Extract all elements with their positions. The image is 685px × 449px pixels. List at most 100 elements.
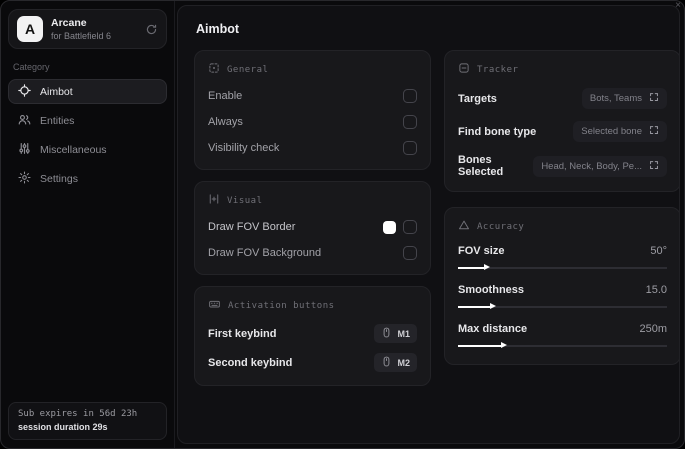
expand-icon — [649, 125, 659, 138]
brand-card: A Arcane for Battlefield 6 — [8, 9, 167, 49]
accuracy-card: Accuracy FOV size 50° Smoothness 15.0 Ma… — [444, 207, 679, 365]
always-checkbox[interactable] — [403, 115, 417, 129]
accuracy-card-title: Accuracy — [477, 221, 525, 232]
tracker-card-header: Tracker — [458, 62, 667, 77]
draw-fov-border-checkbox[interactable] — [403, 220, 417, 234]
setting-label: Always — [208, 116, 243, 128]
sidebar-item-miscellaneous[interactable]: Miscellaneous — [8, 137, 167, 162]
setting-label: Targets — [458, 92, 497, 105]
setting-label: Visibility check — [208, 142, 280, 154]
sidebar-item-aimbot[interactable]: Aimbot — [8, 79, 167, 104]
dropdown-value: Bots, Teams — [589, 93, 642, 104]
first-keybind-button[interactable]: M1 — [374, 324, 417, 343]
gear-icon — [18, 170, 31, 187]
visibility-check-checkbox[interactable] — [403, 141, 417, 155]
targets-dropdown[interactable]: Bots, Teams — [581, 88, 667, 109]
brand-subtitle: for Battlefield 6 — [51, 31, 112, 41]
expand-icon — [649, 160, 659, 173]
dropdown-value: Head, Neck, Body, Pe... — [541, 160, 642, 172]
sidebar-item-label: Entities — [40, 114, 75, 127]
slider-fill[interactable] — [458, 342, 507, 348]
category-label: Category — [13, 62, 50, 72]
setting-row: First keybind M1 — [208, 324, 417, 343]
slider-label: FOV size — [458, 245, 505, 257]
keybind-value: M1 — [397, 328, 410, 339]
setting-label: Find bone type — [458, 125, 537, 138]
accuracy-card-header: Accuracy — [458, 219, 667, 234]
general-card-header: General — [208, 62, 417, 77]
left-column: General Enable Always Visibility check V… — [194, 50, 431, 397]
users-icon — [18, 113, 31, 129]
fov-border-color-swatch[interactable] — [383, 220, 396, 234]
slider-value: 15.0 — [645, 284, 667, 296]
mouse-icon — [381, 327, 392, 340]
fov-size-slider[interactable] — [458, 264, 667, 271]
setting-label: Bones Selected — [458, 154, 504, 178]
setting-label: Second keybind — [208, 356, 293, 369]
max-distance-group: Max distance 250m — [458, 323, 667, 349]
sidebar-item-settings[interactable]: Settings — [8, 166, 167, 191]
second-keybind-button[interactable]: M2 — [374, 353, 417, 372]
sidebar-item-label: Aimbot — [40, 85, 73, 98]
main-panel: Aimbot General Enable Always Visibility … — [177, 5, 680, 444]
general-card-title: General — [227, 64, 269, 75]
visual-card-title: Visual — [227, 195, 263, 206]
setting-row: Enable — [208, 88, 417, 104]
setting-label: Draw FOV Background — [208, 247, 322, 259]
refresh-icon[interactable] — [145, 23, 158, 36]
setting-row: Bones Selected Head, Neck, Body, Pe... — [458, 154, 667, 178]
find-bone-type-dropdown[interactable]: Selected bone — [573, 121, 667, 142]
keybind-value: M2 — [397, 357, 410, 368]
app-window: × A Arcane for Battlefield 6 Category Ai… — [0, 0, 685, 449]
setting-row: Second keybind M2 — [208, 353, 417, 372]
activation-card-header: Activation buttons — [208, 298, 417, 313]
slider-label: Smoothness — [458, 284, 525, 296]
sliders-icon — [18, 142, 31, 158]
session-duration-text: session duration 29s — [18, 422, 108, 432]
brand-text: Arcane for Battlefield 6 — [51, 17, 111, 41]
general-card: General Enable Always Visibility check — [194, 50, 431, 170]
smoothness-group: Smoothness 15.0 — [458, 284, 667, 310]
activation-card: Activation buttons First keybind M1 Seco… — [194, 286, 431, 386]
max-distance-slider[interactable] — [458, 342, 667, 349]
setting-row: Visibility check — [208, 140, 417, 156]
subscription-box: Sub expires in 56d 23h session duration … — [8, 402, 167, 440]
crosshair-icon — [18, 83, 31, 100]
slider-fill[interactable] — [458, 264, 491, 270]
slider-fill[interactable] — [458, 303, 497, 309]
setting-label: Enable — [208, 90, 243, 102]
general-icon — [208, 62, 220, 77]
visual-card-header: Visual — [208, 193, 417, 208]
draw-fov-background-checkbox[interactable] — [403, 246, 417, 260]
sub-expires-text: Sub expires in 56d 23h — [18, 409, 138, 419]
setting-label: Draw FOV Border — [208, 221, 296, 233]
sidebar-item-label: Settings — [40, 172, 78, 185]
brand-name: Arcane — [51, 17, 87, 29]
bones-selected-dropdown[interactable]: Head, Neck, Body, Pe... — [533, 155, 667, 177]
setting-row: Draw FOV Background — [208, 245, 417, 261]
slider-label: Max distance — [458, 323, 528, 335]
tracker-icon — [458, 62, 470, 77]
right-column: Tracker Targets Bots, Teams Find bone ty… — [444, 50, 679, 376]
sidebar-item-entities[interactable]: Entities — [8, 108, 167, 133]
tracker-card-title: Tracker — [477, 64, 519, 75]
fov-size-group: FOV size 50° — [458, 245, 667, 271]
brand-logo: A — [17, 16, 43, 42]
dropdown-value: Selected bone — [581, 126, 642, 137]
tracker-card: Tracker Targets Bots, Teams Find bone ty… — [444, 50, 679, 192]
expand-icon — [649, 92, 659, 105]
close-icon[interactable]: × — [675, 1, 681, 11]
activation-card-title: Activation buttons — [228, 300, 335, 311]
setting-label: First keybind — [208, 327, 277, 340]
setting-row: Find bone type Selected bone — [458, 121, 667, 142]
enable-checkbox[interactable] — [403, 89, 417, 103]
sidebar-item-label: Miscellaneous — [40, 143, 107, 156]
setting-row: Targets Bots, Teams — [458, 88, 667, 109]
smoothness-slider[interactable] — [458, 303, 667, 310]
fov-border-controls — [383, 220, 417, 234]
accuracy-icon — [458, 219, 470, 234]
setting-row: Always — [208, 114, 417, 130]
sidebar: A Arcane for Battlefield 6 Category Aimb… — [1, 1, 175, 448]
content-columns: General Enable Always Visibility check V… — [188, 50, 679, 397]
